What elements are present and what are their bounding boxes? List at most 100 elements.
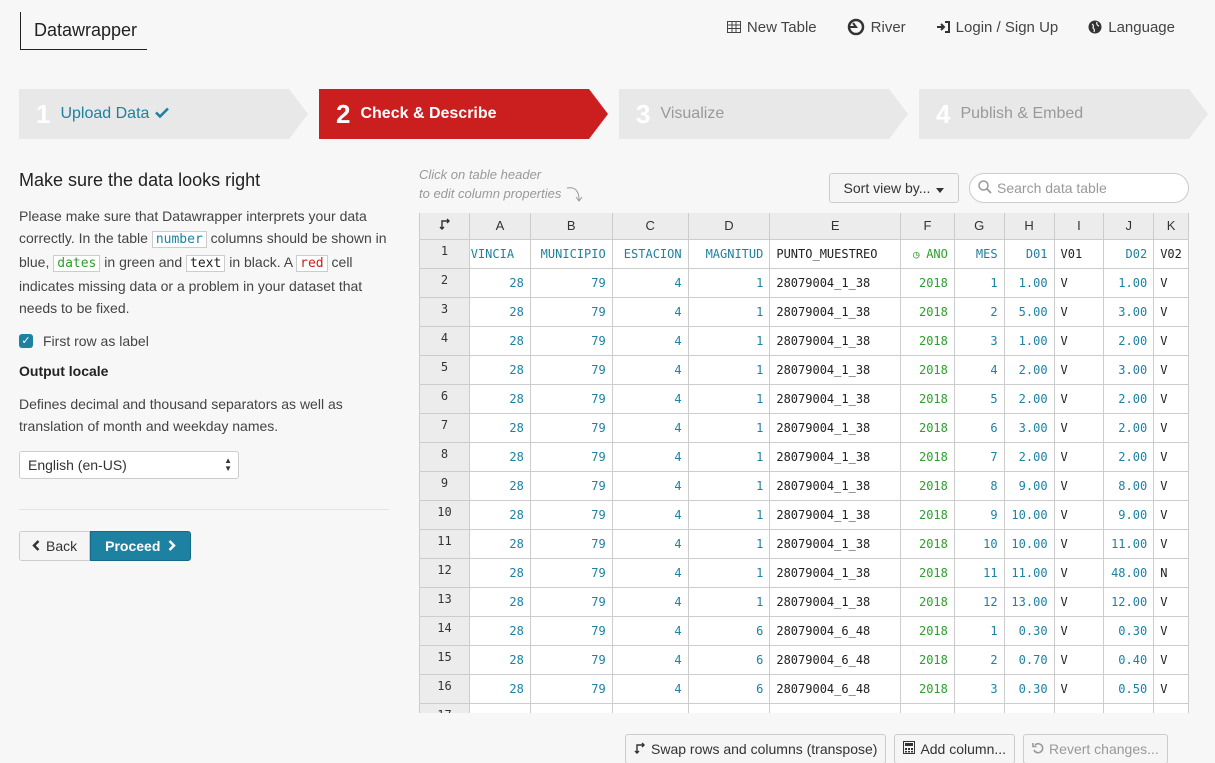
table-cell[interactable]: 79 — [530, 297, 613, 327]
table-cell[interactable]: 79 — [530, 674, 613, 704]
table-cell[interactable]: 6 — [688, 616, 771, 646]
table-cell[interactable]: 1 — [688, 471, 771, 501]
table-cell[interactable]: 28 — [469, 442, 531, 472]
table-cell[interactable]: 28079004_1_38 — [769, 471, 902, 501]
column-name-header[interactable]: MAGNITUD — [688, 239, 771, 269]
table-cell[interactable] — [530, 703, 613, 713]
table-cell[interactable]: 4 — [612, 529, 689, 559]
table-cell[interactable]: 2.00 — [1103, 413, 1155, 443]
column-letter-header[interactable]: C — [612, 213, 689, 240]
table-cell[interactable]: 28 — [469, 645, 531, 675]
table-cell[interactable]: 28079004_1_38 — [769, 442, 902, 472]
column-name-header[interactable]: ESTACION — [612, 239, 689, 269]
table-cell[interactable]: 28 — [469, 558, 531, 588]
table-cell[interactable]: 28079004_1_38 — [769, 500, 902, 530]
table-cell[interactable]: 79 — [530, 587, 613, 617]
table-cell[interactable]: 28 — [469, 500, 531, 530]
nav-language[interactable]: Language — [1088, 18, 1175, 36]
table-cell[interactable]: 28079004_1_38 — [769, 384, 902, 414]
table-cell[interactable]: V — [1153, 442, 1189, 472]
table-cell[interactable]: 2.00 — [1004, 384, 1055, 414]
table-cell[interactable]: 2018 — [900, 268, 955, 298]
table-cell[interactable]: 1 — [688, 297, 771, 327]
table-cell[interactable]: 1 — [688, 326, 771, 356]
table-cell[interactable]: 1 — [954, 616, 1005, 646]
column-name-header[interactable]: D02 — [1103, 239, 1155, 269]
table-cell[interactable]: 6 — [688, 645, 771, 675]
column-letter-header[interactable]: D — [688, 213, 771, 240]
table-cell[interactable]: 4 — [612, 326, 689, 356]
locale-select[interactable]: English (en-US) ▲ ▼ — [19, 451, 239, 479]
data-table-container[interactable]: ABCDEFGHIJK 1PROVINCIAMUNICIPIOESTACIONM… — [419, 213, 1189, 713]
column-letter-header[interactable]: G — [954, 213, 1005, 240]
table-cell[interactable] — [1153, 703, 1189, 713]
table-cell[interactable]: 1.00 — [1004, 326, 1055, 356]
table-cell[interactable]: V — [1054, 558, 1105, 588]
table-cell[interactable]: 4 — [612, 297, 689, 327]
table-cell[interactable]: V — [1153, 500, 1189, 530]
table-cell[interactable]: V — [1054, 674, 1105, 704]
table-cell[interactable] — [1103, 703, 1155, 713]
table-cell[interactable]: 8 — [954, 471, 1005, 501]
column-letter-header[interactable]: F — [900, 213, 955, 240]
table-cell[interactable]: 9.00 — [1004, 471, 1055, 501]
table-cell[interactable] — [469, 703, 531, 713]
table-cell[interactable]: 28 — [469, 384, 531, 414]
table-cell[interactable]: 1 — [688, 355, 771, 385]
table-cell[interactable]: 28079004_1_38 — [769, 558, 902, 588]
table-cell[interactable]: 28 — [469, 529, 531, 559]
table-cell[interactable]: 28 — [469, 413, 531, 443]
table-cell[interactable]: 13.00 — [1004, 587, 1055, 617]
table-cell[interactable]: 79 — [530, 471, 613, 501]
table-cell[interactable]: 0.30 — [1004, 616, 1055, 646]
table-cell[interactable]: 4 — [612, 558, 689, 588]
table-cell[interactable]: 2018 — [900, 500, 955, 530]
table-cell[interactable]: 4 — [612, 500, 689, 530]
table-cell[interactable]: 48.00 — [1103, 558, 1155, 588]
table-cell[interactable]: 4 — [612, 384, 689, 414]
table-cell[interactable]: 28079004_1_38 — [769, 413, 902, 443]
table-cell[interactable]: 1.00 — [1004, 268, 1055, 298]
table-cell[interactable]: 1 — [688, 558, 771, 588]
table-cell[interactable]: 2018 — [900, 384, 955, 414]
table-cell[interactable]: 1 — [688, 384, 771, 414]
table-cell[interactable]: 9.00 — [1103, 500, 1155, 530]
table-cell[interactable]: 28079004_1_38 — [769, 529, 902, 559]
column-name-header[interactable]: MES — [954, 239, 1005, 269]
proceed-button[interactable]: Proceed — [90, 531, 192, 561]
swap-button[interactable]: Swap rows and columns (transpose) — [625, 734, 887, 763]
column-name-header[interactable]: PUNTO_MUESTREO — [769, 239, 902, 269]
table-cell[interactable]: 4 — [612, 355, 689, 385]
table-cell[interactable]: 79 — [530, 384, 613, 414]
table-cell[interactable]: 1 — [688, 500, 771, 530]
table-cell[interactable]: V — [1153, 268, 1189, 298]
table-cell[interactable]: 28 — [469, 674, 531, 704]
table-cell[interactable]: 0.40 — [1103, 645, 1155, 675]
table-cell[interactable]: 2018 — [900, 297, 955, 327]
table-cell[interactable]: 2.00 — [1103, 442, 1155, 472]
table-cell[interactable]: 79 — [530, 529, 613, 559]
table-cell[interactable]: N — [1153, 558, 1189, 588]
table-cell[interactable]: 10.00 — [1004, 529, 1055, 559]
table-cell[interactable]: 9 — [954, 500, 1005, 530]
search-input[interactable] — [997, 180, 1177, 196]
table-cell[interactable]: V — [1153, 587, 1189, 617]
brand-logo[interactable]: Datawrapper — [20, 12, 147, 50]
search-box[interactable] — [969, 173, 1189, 203]
table-cell[interactable]: V — [1054, 268, 1105, 298]
table-cell[interactable]: 1 — [688, 413, 771, 443]
table-cell[interactable]: V — [1153, 471, 1189, 501]
table-cell[interactable]: 79 — [530, 500, 613, 530]
column-letter-header[interactable]: B — [530, 213, 613, 240]
table-cell[interactable]: 4 — [612, 442, 689, 472]
table-cell[interactable]: 0.50 — [1103, 674, 1155, 704]
table-cell[interactable]: V — [1153, 529, 1189, 559]
table-cell[interactable]: 28 — [469, 297, 531, 327]
column-letter-header[interactable]: I — [1054, 213, 1105, 240]
add-column-button[interactable]: Add column... — [894, 734, 1016, 763]
table-cell[interactable]: 2018 — [900, 645, 955, 675]
table-cell[interactable]: 28079004_1_38 — [769, 297, 902, 327]
transpose-corner-icon[interactable] — [420, 213, 471, 240]
table-cell[interactable]: 0.30 — [1004, 674, 1055, 704]
table-cell[interactable]: 2018 — [900, 355, 955, 385]
